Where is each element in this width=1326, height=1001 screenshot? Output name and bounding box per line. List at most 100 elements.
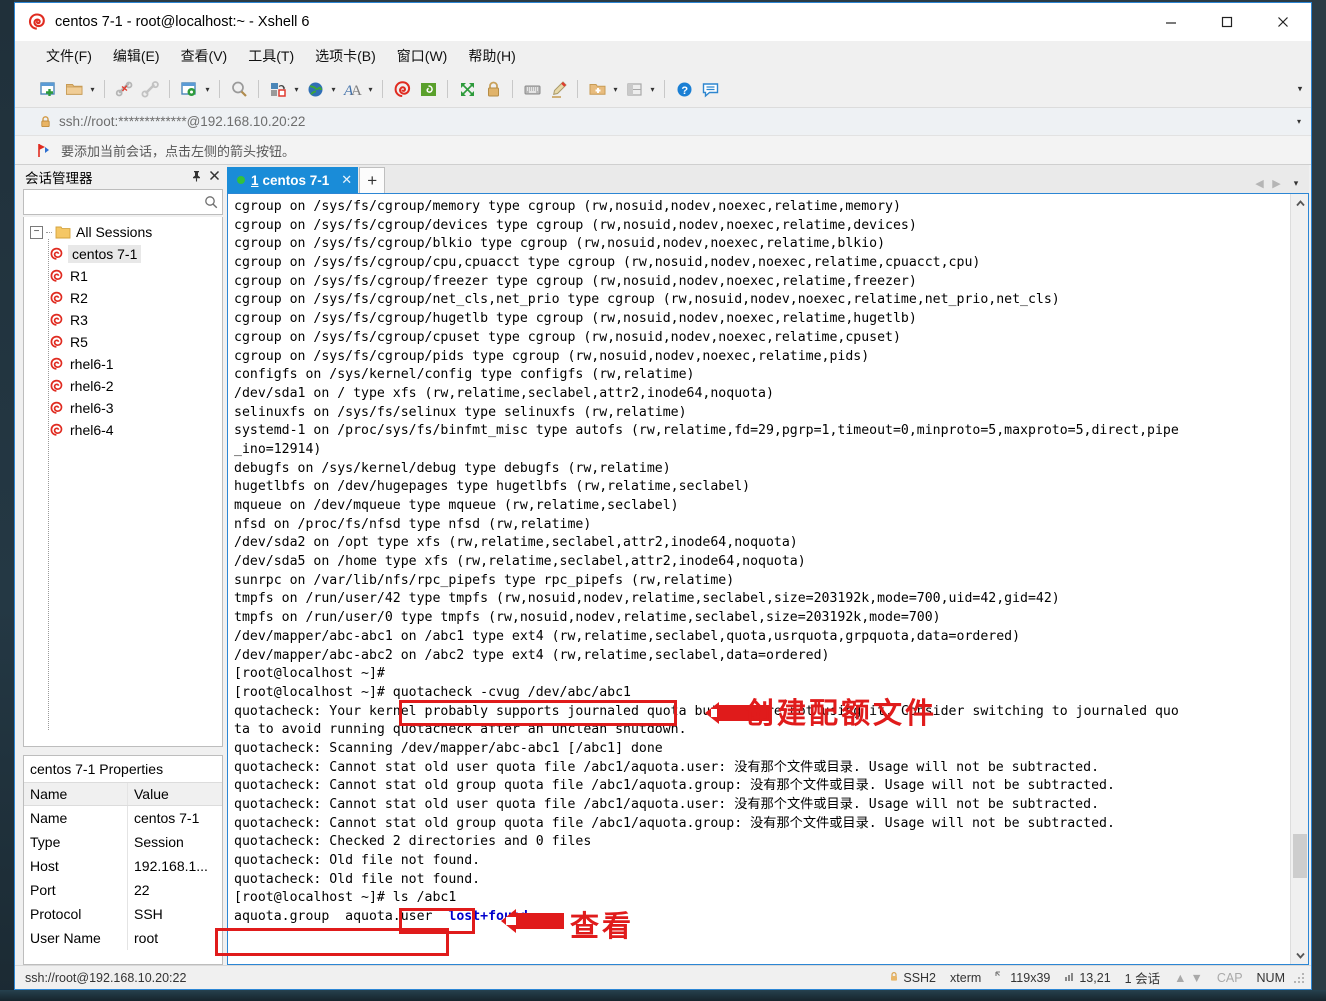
terminal-line: /dev/sda2 on /opt type xfs (rw,relatime,… — [234, 535, 798, 551]
find-icon[interactable] — [226, 76, 252, 102]
tab-number: 1 — [251, 172, 259, 188]
terminal-line: /dev/mapper/abc-abc2 on /abc2 type ext4 … — [234, 647, 830, 663]
terminal-line: /dev/sda1 on / type xfs (rw,relatime,sec… — [234, 385, 774, 401]
terminal-scrollbar[interactable] — [1290, 194, 1308, 964]
reconnect-icon[interactable] — [137, 76, 163, 102]
help-icon[interactable]: ? — [671, 76, 697, 102]
session-properties-icon[interactable] — [176, 76, 202, 102]
session-search[interactable] — [23, 189, 223, 215]
sidebar-item-r3[interactable]: R3 — [24, 309, 222, 331]
minimize-button[interactable] — [1143, 3, 1199, 41]
chevron-down-icon[interactable]: ▾ — [1291, 117, 1307, 126]
toolbar-group-folder: ▾ — [584, 75, 621, 103]
menu-edit[interactable]: 编辑(E) — [104, 42, 169, 70]
sidebar-item-centos-7-1[interactable]: centos 7-1 — [24, 243, 222, 265]
xshell-icon[interactable] — [389, 76, 415, 102]
toolbar-group-properties: ▾ — [176, 75, 213, 103]
terminal-line: sunrpc on /var/lib/nfs/rpc_pipefs type r… — [234, 572, 735, 588]
terminal-line: quotacheck: Cannot stat old group quota … — [234, 815, 1115, 831]
open-folder-caret-icon[interactable]: ▾ — [87, 76, 98, 102]
address-bar[interactable]: ssh://root:*************@192.168.10.20:2… — [15, 107, 1311, 135]
globe-icon[interactable] — [302, 76, 328, 102]
sidebar-item-rhel6-3[interactable]: rhel6-3 — [24, 397, 222, 419]
highlight-pen-icon[interactable] — [545, 76, 571, 102]
xftp-icon[interactable] — [415, 76, 441, 102]
sidebar-item-rhel6-4[interactable]: rhel6-4 — [24, 419, 222, 441]
scroll-down-icon[interactable] — [1291, 946, 1309, 964]
disconnect-icon[interactable] — [111, 76, 137, 102]
sidebar-item-r1[interactable]: R1 — [24, 265, 222, 287]
terminal-output[interactable]: cgroup on /sys/fs/cgroup/memory type cgr… — [228, 194, 1290, 964]
expander-icon[interactable]: − — [30, 225, 43, 239]
toolbar-group-help: ? — [671, 75, 723, 103]
toolbar-group-find — [226, 75, 252, 103]
folder-icon — [54, 225, 72, 239]
file-transfer-icon[interactable] — [265, 76, 291, 102]
menu-view[interactable]: 查看(V) — [172, 42, 237, 70]
tab-close-icon[interactable]: ✕ — [341, 172, 352, 188]
maximize-button[interactable] — [1199, 3, 1255, 41]
scroll-up-icon[interactable] — [1291, 194, 1309, 212]
search-icon[interactable] — [204, 195, 218, 209]
add-to-folder-icon[interactable] — [584, 76, 610, 102]
scrollbar-thumb[interactable] — [1293, 834, 1307, 878]
close-icon[interactable] — [205, 170, 223, 184]
terminal-line: cgroup on /sys/fs/cgroup/cpuset type cgr… — [234, 329, 901, 345]
terminal-line: /dev/mapper/abc-abc1 on /abc1 type ext4 … — [234, 628, 1021, 644]
tab-centos-7-1[interactable]: 1 centos 7-1 ✕ — [227, 167, 359, 193]
close-button[interactable] — [1255, 3, 1311, 41]
fullscreen-icon[interactable] — [454, 76, 480, 102]
property-value: root — [134, 930, 159, 946]
keyboard-icon[interactable] — [519, 76, 545, 102]
terminal-line: quotacheck: Scanning /dev/mapper/abc-abc… — [234, 740, 663, 756]
toolbar-group-font: A A ▾ — [339, 75, 376, 103]
add-to-folder-caret-icon[interactable]: ▾ — [610, 76, 621, 102]
sidebar-item-rhel6-1[interactable]: rhel6-1 — [24, 353, 222, 375]
sidebar-item-label: rhel6-2 — [70, 378, 114, 394]
title-bar: centos 7-1 - root@localhost:~ - Xshell 6 — [15, 3, 1311, 41]
tree-guide-dash — [46, 231, 52, 233]
status-sessions: 1 会话 — [1124, 972, 1161, 986]
open-folder-icon[interactable] — [61, 76, 87, 102]
menu-help[interactable]: 帮助(H) — [459, 42, 524, 70]
toolbar-group-session: ▾ — [35, 75, 98, 103]
sidebar-item-rhel6-2[interactable]: rhel6-2 — [24, 375, 222, 397]
sidebar-item-r2[interactable]: R2 — [24, 287, 222, 309]
address-input[interactable]: ssh://root:*************@192.168.10.20:2… — [59, 114, 1291, 129]
menu-window[interactable]: 窗口(W) — [388, 42, 457, 70]
arrange-layout-icon[interactable] — [621, 76, 647, 102]
sidebar-item-label: centos 7-1 — [68, 245, 142, 263]
sidebar-item-r5[interactable]: R5 — [24, 331, 222, 353]
status-transfer-arrows: ▲ ▼ — [1174, 971, 1203, 985]
tab-prev-icon[interactable]: ◀ — [1251, 177, 1268, 190]
status-terminal-type: xterm — [950, 970, 982, 985]
toolbar-overflow-icon[interactable]: ▾ — [1293, 84, 1307, 95]
new-session-icon[interactable] — [35, 76, 61, 102]
download-arrow-icon: ▼ — [1190, 970, 1203, 985]
font-icon[interactable]: A A — [339, 76, 365, 102]
arrange-layout-caret-icon[interactable]: ▾ — [647, 76, 658, 102]
terminal-line: cgroup on /sys/fs/cgroup/freezer type cg… — [234, 273, 917, 289]
lock-icon[interactable] — [480, 76, 506, 102]
session-tree[interactable]: − All Sessions centos 7-1 R1 R2 R3 R5 rh… — [23, 217, 223, 747]
menu-file[interactable]: 文件(F) — [37, 42, 101, 70]
menu-tabs[interactable]: 选项卡(B) — [306, 42, 385, 70]
file-transfer-caret-icon[interactable]: ▾ — [291, 76, 302, 102]
feedback-icon[interactable] — [697, 76, 723, 102]
font-caret-icon[interactable]: ▾ — [365, 76, 376, 102]
tab-list-menu-icon[interactable]: ▾ — [1285, 178, 1307, 189]
status-protocol: SSH2 — [889, 971, 936, 985]
session-properties-caret-icon[interactable]: ▾ — [202, 76, 213, 102]
new-tab-button[interactable]: + — [359, 167, 386, 193]
terminal-line: tmpfs on /run/user/0 type tmpfs (rw,nosu… — [234, 610, 941, 626]
resize-grip-icon[interactable] — [1293, 971, 1305, 984]
menu-tools[interactable]: 工具(T) — [239, 42, 303, 70]
globe-caret-icon[interactable]: ▾ — [328, 76, 339, 102]
notification-text: 要添加当前会话，点击左侧的箭头按钮。 — [61, 143, 296, 159]
pin-icon[interactable] — [187, 170, 205, 185]
search-input[interactable] — [28, 194, 204, 210]
resize-icon — [995, 970, 1006, 985]
terminal-line: cgroup on /sys/fs/cgroup/hugetlb type cg… — [234, 311, 917, 327]
tree-root-all-sessions[interactable]: − All Sessions — [24, 221, 222, 243]
tab-next-icon[interactable]: ▶ — [1268, 177, 1285, 190]
